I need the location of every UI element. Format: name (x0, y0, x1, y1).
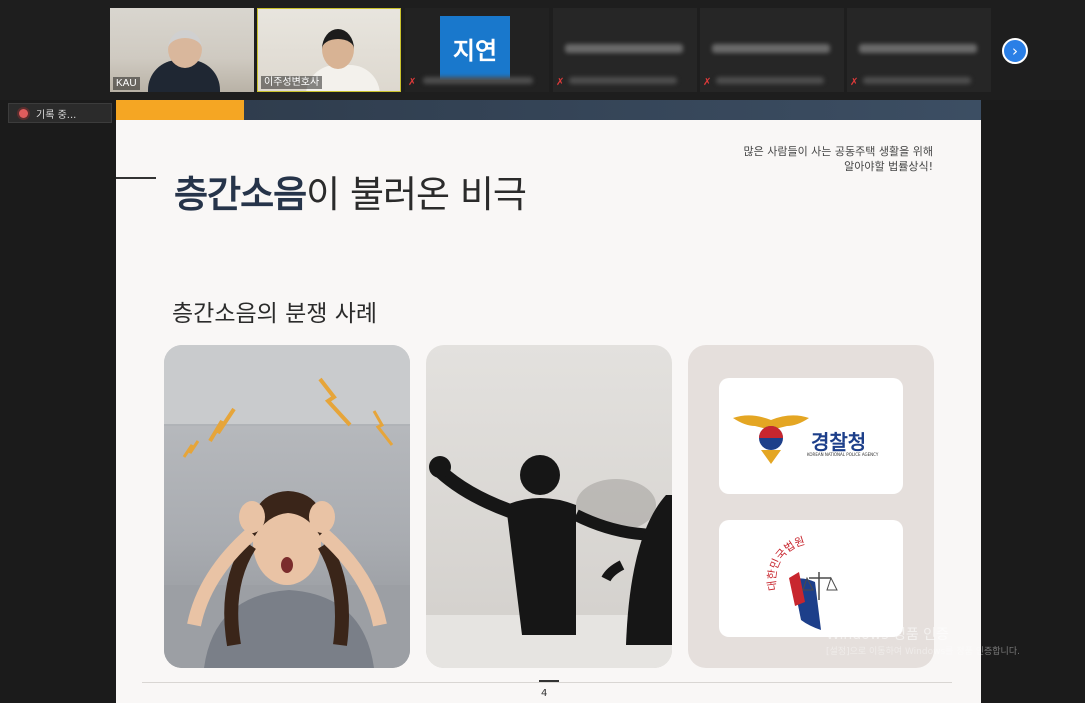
participant-name-blurred (565, 44, 683, 53)
participant-tile[interactable]: ✗ (847, 8, 991, 92)
windows-activation-subtext: [설정]으로 이동하여 Windows를 정품 인증합니다. (826, 647, 1020, 657)
participant-head (168, 30, 202, 68)
participant-name-blurred (859, 44, 977, 53)
slide-title: 층간소음이 불러온 비극 (174, 164, 527, 218)
participant-head (322, 29, 354, 69)
record-icon (19, 108, 28, 118)
noise-stress-image (164, 345, 410, 668)
next-participants-button[interactable]: › (1002, 38, 1028, 64)
participant-video-kau[interactable]: KAU (110, 8, 254, 92)
slide-title-bold: 층간소음 (174, 173, 307, 216)
authority-logos-card: 경찰청 KOREAN NATIONAL POLICE AGENCY 대한민국법원 (688, 345, 934, 668)
participant-name-blurred (712, 44, 830, 53)
participant-name: KAU (113, 77, 140, 90)
mic-muted-icon: ✗ (556, 77, 565, 88)
court-emblem-icon: 대한민국법원 (765, 534, 838, 630)
recording-label: 기록 중... (36, 109, 77, 121)
stressed-woman-illustration (164, 345, 410, 668)
shared-slide: 층간소음이 불러온 비극 많은 사람들이 사는 공동주택 생활을 위해 알아야할… (116, 100, 981, 703)
police-agency-logo: 경찰청 KOREAN NATIONAL POLICE AGENCY (719, 378, 903, 494)
slide-subtitle: 층간소음의 분쟁 사례 (172, 301, 378, 327)
court-logo: 대한민국법원 (719, 520, 903, 637)
participant-name: 이주성변호사 (261, 76, 323, 89)
slide-note-line: 알아야할 법률상식! (844, 160, 933, 173)
participant-name-blurred (423, 77, 533, 84)
title-decoration-line (116, 177, 156, 179)
participant-strip: KAU 이주성변호사 지연 ✗ ✗ ✗ ✗ › (0, 0, 1085, 100)
slide-note-line: 많은 사람들이 사는 공동주택 생활을 위해 (743, 145, 933, 158)
participant-tile[interactable]: ✗ (553, 8, 697, 92)
participant-video-lawyer[interactable]: 이주성변호사 (257, 8, 401, 92)
slide-top-bar (116, 100, 981, 120)
police-emblem-icon (733, 415, 809, 464)
recording-indicator[interactable]: 기록 중... (8, 103, 112, 123)
slide-accent-bar (116, 100, 244, 120)
conflict-silhouette-image (426, 345, 672, 668)
participant-sub-blurred (569, 77, 677, 84)
mic-muted-icon: ✗ (408, 77, 417, 88)
mic-muted-icon: ✗ (703, 77, 712, 88)
slide-title-rest: 이 불러온 비극 (306, 173, 527, 216)
participant-sub-blurred (863, 77, 971, 84)
windows-activation-watermark: Windows 정품 인증 (826, 627, 949, 643)
police-logo-text: 경찰청 (811, 430, 867, 454)
slide-note: 많은 사람들이 사는 공동주택 생활을 위해 알아야할 법률상식! (743, 144, 933, 174)
participant-tile[interactable]: ✗ (700, 8, 844, 92)
slide-footer-line (142, 682, 952, 683)
mic-muted-icon: ✗ (850, 77, 859, 88)
participant-sub-blurred (716, 77, 824, 84)
participant-avatar: 지연 (440, 16, 510, 80)
slide-footer-tick (539, 680, 559, 682)
slide-page-number: 4 (541, 688, 548, 699)
police-logo-subtext: KOREAN NATIONAL POLICE AGENCY (807, 452, 879, 457)
silhouette-illustration (426, 455, 672, 668)
participant-avatar-tile[interactable]: 지연 ✗ (405, 8, 549, 92)
